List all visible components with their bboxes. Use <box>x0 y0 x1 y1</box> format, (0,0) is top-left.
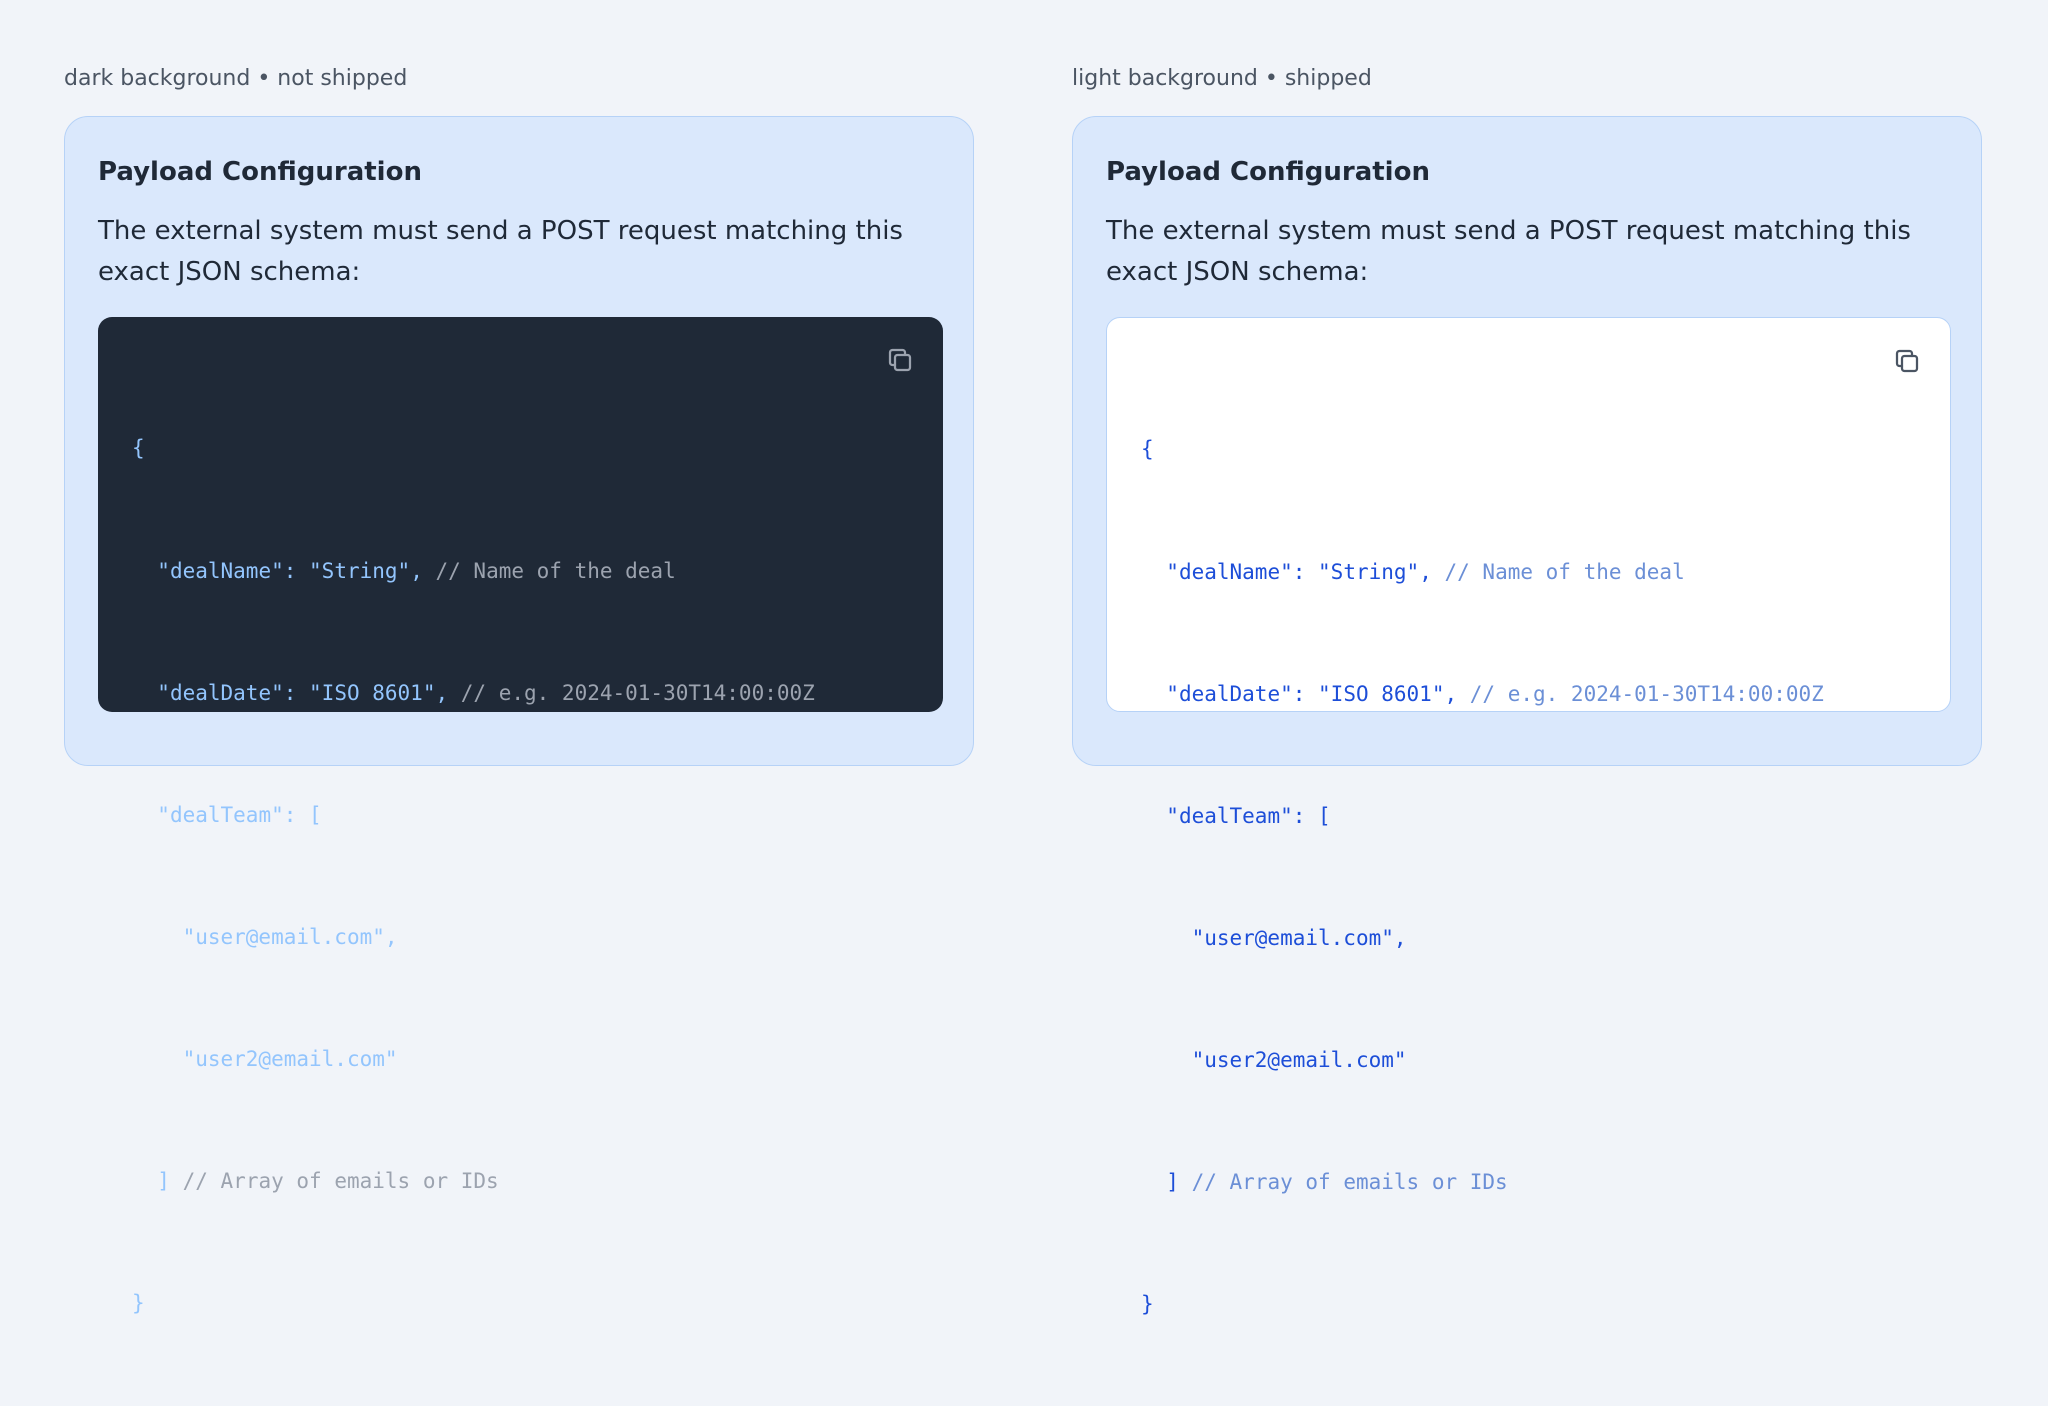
open-brace: { <box>132 436 145 461</box>
code-lines: { "dealName": "String", // Name of the d… <box>1141 348 1824 1406</box>
json-value: "ISO 8601" <box>1318 681 1445 706</box>
card-title: Payload Configuration <box>1106 157 1430 187</box>
json-value: "String" <box>309 558 411 583</box>
close-brace: } <box>1141 1292 1154 1317</box>
array-open: [ <box>1318 803 1331 828</box>
payload-config-card: Payload Configuration The external syste… <box>1072 116 1982 1316</box>
code-comment: // Name of the deal <box>1444 559 1685 584</box>
variant-caption: dark background • not shipped <box>64 66 408 91</box>
code-comment: // e.g. 2024-01-30T14:00:00Z <box>460 680 815 705</box>
code-line: "dealDate": "ISO 8601", // e.g. 2024-01-… <box>1166 681 1824 706</box>
code-line: "dealName": "String", // Name of the dea… <box>1166 559 1685 584</box>
json-value: "user@email.com" <box>1191 925 1394 950</box>
copy-icon <box>1895 349 1919 373</box>
card-title: Payload Configuration <box>98 157 422 187</box>
card-description: The external system must send a POST req… <box>98 216 903 287</box>
code-line: } <box>1141 1284 1824 1325</box>
code-line: ] // Array of emails or IDs <box>1141 1162 1824 1203</box>
copy-button[interactable] <box>883 343 917 377</box>
json-key: "dealDate" <box>1166 681 1293 706</box>
json-value: "user2@email.com" <box>1191 1047 1407 1072</box>
code-line: } <box>132 1283 815 1324</box>
code-line: ] // Array of emails or IDs <box>132 1161 815 1202</box>
code-lines: { "dealName": "String", // Name of the d… <box>132 347 815 1405</box>
open-brace: { <box>1141 437 1154 462</box>
code-line: "user2@email.com" <box>132 1039 815 1080</box>
copy-button[interactable] <box>1890 344 1924 378</box>
array-open: [ <box>309 802 322 827</box>
json-value: "user@email.com" <box>182 924 385 949</box>
array-close: ] <box>1166 1169 1179 1194</box>
code-line: "dealDate": "ISO 8601", // e.g. 2024-01-… <box>157 680 815 705</box>
json-value: "ISO 8601" <box>309 680 436 705</box>
close-brace: } <box>132 1291 145 1316</box>
code-comment: // Name of the deal <box>435 558 676 583</box>
array-close: ] <box>157 1168 170 1193</box>
json-key: "dealName" <box>157 558 284 583</box>
json-key: "dealTeam" <box>1166 803 1293 828</box>
card-description: The external system must send a POST req… <box>1106 216 1911 287</box>
json-code-block: { "dealName": "String", // Name of the d… <box>98 317 943 1315</box>
json-key: "dealName" <box>1166 559 1293 584</box>
code-line: "user2@email.com" <box>1141 1040 1824 1081</box>
code-line: { <box>1141 429 1824 470</box>
code-line: "dealName": "String", // Name of the dea… <box>157 558 676 583</box>
code-comment: // Array of emails or IDs <box>182 1168 499 1193</box>
code-line: { <box>132 428 815 469</box>
json-key: "dealTeam" <box>157 802 284 827</box>
json-code-block: { "dealName": "String", // Name of the d… <box>1106 317 1951 1316</box>
copy-icon <box>888 348 912 372</box>
code-comment: // e.g. 2024-01-30T14:00:00Z <box>1469 681 1824 706</box>
variant-caption: light background • shipped <box>1072 66 1372 91</box>
code-line: "dealTeam": [ <box>1166 803 1331 828</box>
json-key: "dealDate" <box>157 680 284 705</box>
code-line: "user@email.com", <box>1191 925 1407 950</box>
json-value: "user2@email.com" <box>182 1046 398 1071</box>
json-value: "String" <box>1318 559 1420 584</box>
code-line: "dealTeam": [ <box>157 802 322 827</box>
code-line: "user@email.com", <box>182 924 398 949</box>
payload-config-card: Payload Configuration The external syste… <box>64 116 974 1315</box>
code-comment: // Array of emails or IDs <box>1191 1169 1508 1194</box>
